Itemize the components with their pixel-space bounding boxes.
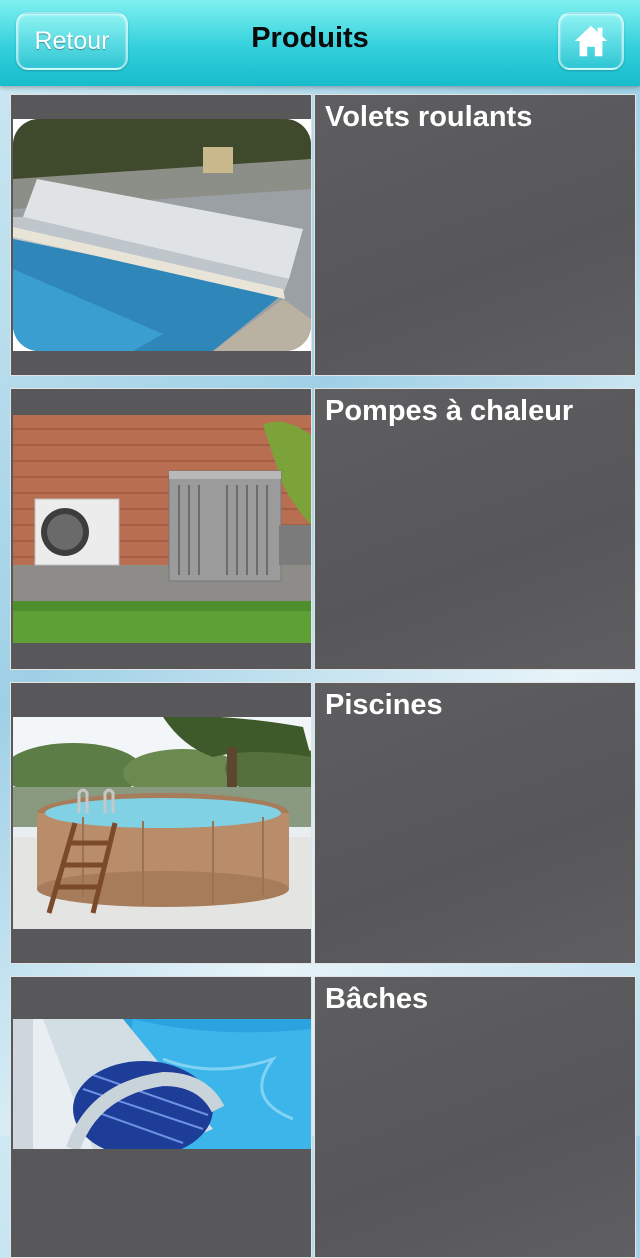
product-panel: Pompes à chaleur bbox=[314, 388, 636, 670]
product-thumbnail bbox=[10, 388, 312, 670]
home-button[interactable] bbox=[558, 12, 624, 70]
product-label: Volets roulants bbox=[325, 101, 533, 133]
pool-tarp-photo bbox=[13, 1019, 311, 1149]
product-panel: Volets roulants bbox=[314, 94, 636, 376]
product-label: Bâches bbox=[325, 983, 429, 1015]
product-panel: Bâches bbox=[314, 976, 636, 1258]
product-label: Piscines bbox=[325, 689, 443, 721]
product-panel: Piscines bbox=[314, 682, 636, 964]
pool-cover-photo bbox=[13, 119, 311, 351]
product-thumbnail bbox=[10, 976, 312, 1258]
heat-pump-photo bbox=[13, 415, 311, 643]
product-item-piscines[interactable]: Piscines bbox=[10, 674, 638, 964]
product-item-pompes-a-chaleur[interactable]: Pompes à chaleur bbox=[10, 380, 638, 670]
product-thumbnail bbox=[10, 682, 312, 964]
product-item-volets-roulants[interactable]: Volets roulants bbox=[10, 86, 638, 376]
product-thumbnail bbox=[10, 94, 312, 376]
home-icon bbox=[574, 25, 608, 57]
product-item-baches[interactable]: Bâches bbox=[10, 968, 638, 1258]
top-bar: Retour Produits bbox=[0, 0, 640, 86]
above-ground-pool-photo bbox=[13, 717, 311, 929]
product-label: Pompes à chaleur bbox=[325, 395, 574, 427]
page-title: Produits bbox=[251, 22, 369, 54]
